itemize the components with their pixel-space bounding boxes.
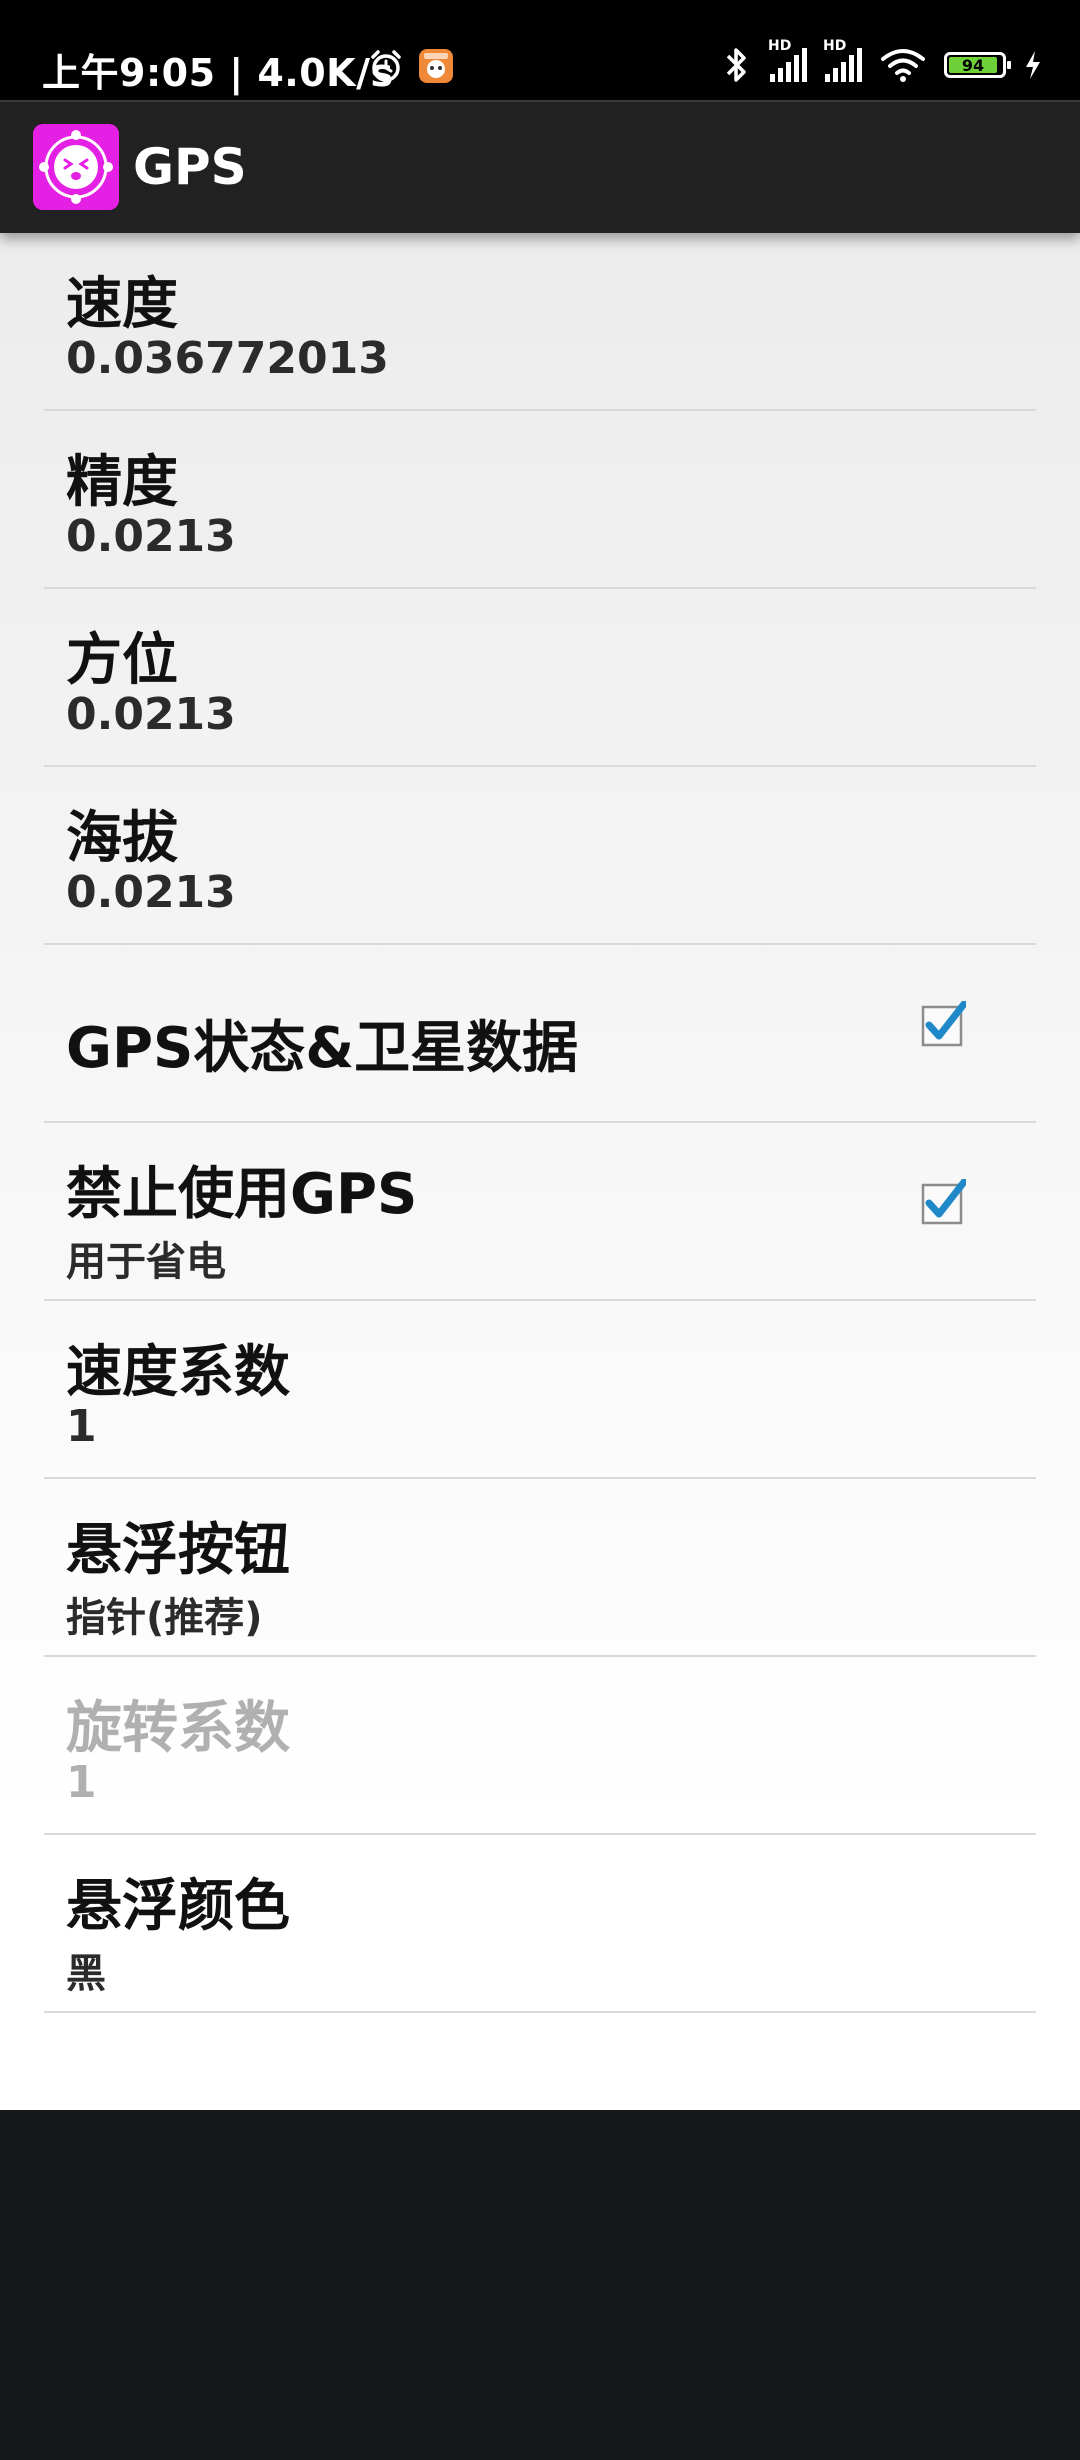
pref-title: 禁止使用GPS xyxy=(66,1162,418,1227)
pref-summary: 0.036772013 xyxy=(66,333,389,384)
preferences-list: 速度 0.036772013 精度 0.0213 方位 0.0213 海拔 0.… xyxy=(0,233,1080,2110)
pref-floating-button[interactable]: 悬浮按钮 指针(推荐) xyxy=(44,1479,1036,1657)
pref-altitude[interactable]: 海拔 0.0213 xyxy=(44,767,1036,945)
pref-title: 速度系数 xyxy=(66,1340,290,1405)
pref-floating-color[interactable]: 悬浮颜色 黑 xyxy=(44,1835,1036,2013)
pref-title: 方位 xyxy=(66,628,178,693)
pref-summary: 0.0213 xyxy=(66,867,236,918)
pref-title: GPS状态&卫星数据 xyxy=(66,1016,579,1081)
pref-gps-status[interactable]: GPS状态&卫星数据 xyxy=(44,945,1036,1123)
pref-title: 悬浮颜色 xyxy=(66,1874,290,1939)
pref-summary: 用于省电 xyxy=(66,1239,226,1285)
status-icons: HD HD 94 xyxy=(722,38,1042,84)
pref-title: 精度 xyxy=(66,450,178,515)
app-logo-icon[interactable] xyxy=(33,124,119,210)
wifi-icon xyxy=(881,49,925,82)
pref-summary: 0.0213 xyxy=(66,689,236,740)
status-time: 上午9:05 | 4.0K/s xyxy=(42,51,394,95)
pref-title: 海拔 xyxy=(66,806,178,871)
app-notification-icon xyxy=(419,49,453,83)
pref-accuracy[interactable]: 精度 0.0213 xyxy=(44,411,1036,589)
pref-summary: 1 xyxy=(66,1757,97,1808)
signal-icon: HD xyxy=(768,38,807,82)
empty-background xyxy=(0,2110,1080,2460)
app-bar: GPS xyxy=(0,100,1080,233)
checkbox-checked-icon[interactable] xyxy=(920,1179,966,1225)
charging-icon xyxy=(1026,51,1040,79)
pref-speed[interactable]: 速度 0.036772013 xyxy=(44,233,1036,411)
pref-summary: 黑 xyxy=(66,1951,106,1997)
alarm-icon xyxy=(371,50,401,82)
app-title: GPS xyxy=(133,138,247,196)
battery-icon: 94 xyxy=(944,52,1011,78)
pref-title: 悬浮按钮 xyxy=(66,1518,290,1583)
pref-bearing[interactable]: 方位 0.0213 xyxy=(44,589,1036,767)
pref-summary: 0.0213 xyxy=(66,511,236,562)
pref-title: 旋转系数 xyxy=(66,1696,290,1761)
status-bar: 上午9:05 | 4.0K/s HD HD 94 xyxy=(0,0,1080,100)
pref-summary: 1 xyxy=(66,1401,97,1452)
checkbox-checked-icon[interactable] xyxy=(920,1001,966,1047)
pref-summary: 指针(推荐) xyxy=(66,1595,263,1641)
bluetooth-icon xyxy=(726,48,746,82)
pref-rotation-factor: 旋转系数 1 xyxy=(44,1657,1036,1835)
pref-disable-gps[interactable]: 禁止使用GPS 用于省电 xyxy=(44,1123,1036,1301)
signal-icon-2: HD xyxy=(823,38,862,82)
pref-title: 速度 xyxy=(66,272,178,337)
pref-speed-factor[interactable]: 速度系数 1 xyxy=(44,1301,1036,1479)
